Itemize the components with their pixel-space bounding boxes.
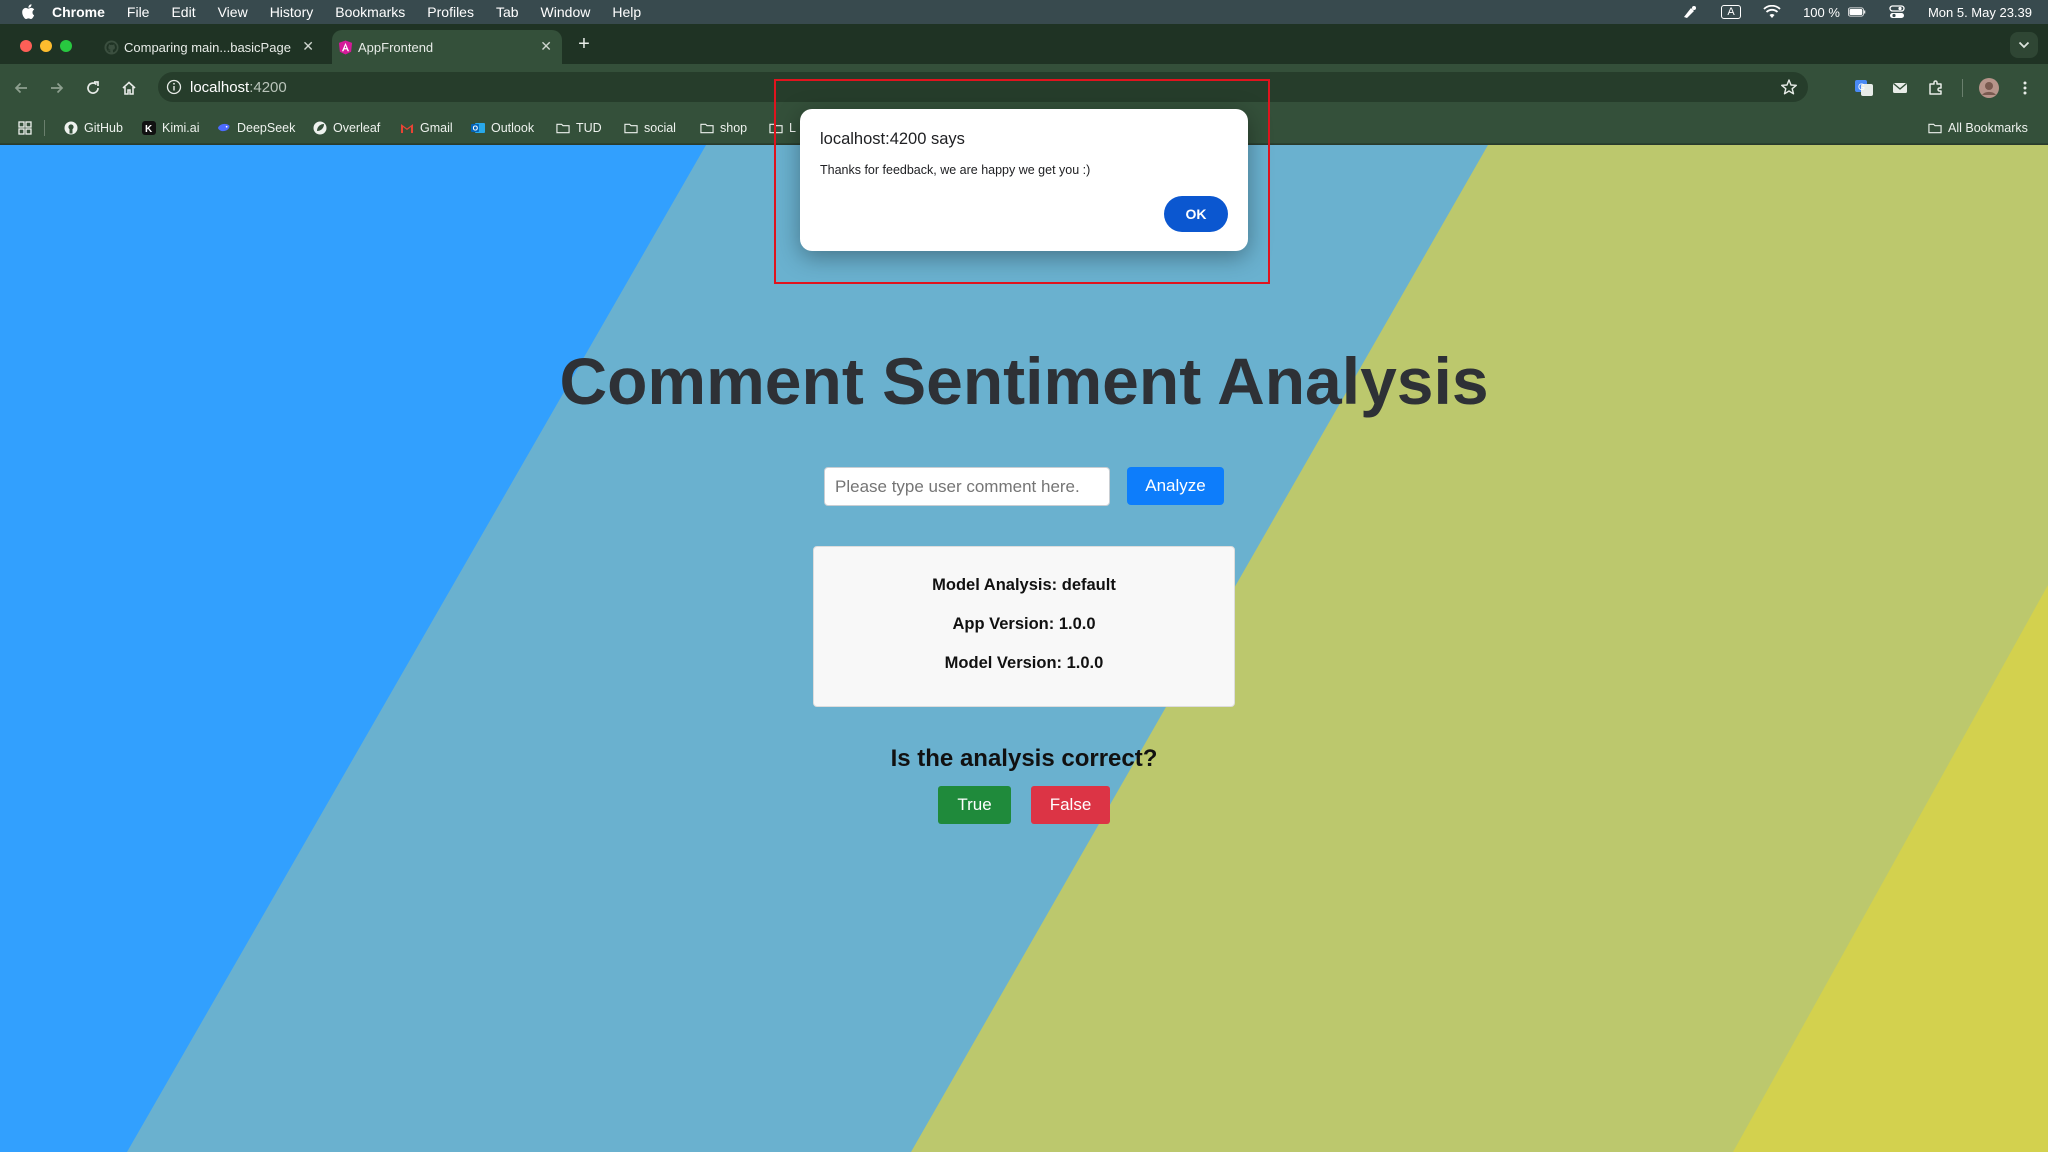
alert-dialog: localhost:4200 says Thanks for feedback,… — [800, 109, 1248, 251]
overleaf-icon — [313, 121, 327, 135]
comment-input[interactable] — [824, 467, 1110, 506]
bookmark-folder-tud[interactable]: TUD — [556, 119, 602, 137]
folder-icon — [624, 121, 638, 135]
all-bookmarks-folder[interactable]: All Bookmarks — [1928, 119, 2028, 137]
svg-text:K: K — [145, 124, 153, 135]
kimi-icon: K — [142, 121, 156, 135]
bookmark-deepseek[interactable]: DeepSeek — [217, 119, 295, 137]
zoom-window-button[interactable] — [60, 40, 72, 52]
forward-arrow-icon[interactable] — [46, 77, 68, 99]
close-window-button[interactable] — [20, 40, 32, 52]
bookmark-outlook[interactable]: O Outlook — [471, 119, 534, 137]
menu-view[interactable]: View — [218, 4, 248, 20]
input-source-icon[interactable]: A — [1721, 5, 1742, 19]
bookmark-folder-social[interactable]: social — [624, 119, 676, 137]
tab-search-chevron-icon[interactable] — [2010, 32, 2038, 58]
menu-profiles[interactable]: Profiles — [427, 4, 474, 20]
toolbar-divider — [1962, 79, 1963, 97]
apps-grid-icon[interactable] — [18, 119, 32, 137]
os-menubar: Chrome File Edit View History Bookmarks … — [0, 0, 2048, 24]
url-port: :4200 — [249, 78, 287, 96]
bookmark-label: DeepSeek — [237, 121, 296, 135]
new-tab-icon[interactable]: + — [574, 34, 594, 54]
alert-title: localhost:4200 says — [820, 130, 965, 148]
folder-icon — [700, 121, 714, 135]
model-version-text: Model Version: 1.0.0 — [944, 654, 1104, 672]
bookmark-label: TUD — [576, 121, 602, 135]
folder-icon — [1928, 121, 1942, 135]
mail-extension-icon[interactable] — [1889, 77, 1911, 99]
bookmark-star-icon[interactable] — [1780, 78, 1798, 96]
battery-icon[interactable] — [1847, 5, 1866, 19]
result-card: Model Analysis: default App Version: 1.0… — [813, 546, 1235, 707]
back-arrow-icon[interactable] — [10, 77, 32, 99]
url-text[interactable]: localhost:4200 — [190, 79, 287, 96]
bookmark-label: All Bookmarks — [1948, 121, 2028, 135]
alert-ok-button[interactable]: OK — [1164, 196, 1228, 232]
bookmark-folder-shop[interactable]: shop — [700, 119, 747, 137]
tab-title: Comparing main...basicPage — [124, 39, 291, 55]
svg-text:G: G — [1858, 82, 1865, 92]
outlook-icon: O — [471, 121, 485, 135]
control-center-icon[interactable] — [1888, 5, 1906, 19]
tab-strip: Comparing main...basicPage ✕ AppFrontend… — [0, 24, 2048, 64]
extensions-puzzle-icon[interactable] — [1925, 77, 1947, 99]
url-host: localhost — [190, 78, 250, 96]
wifi-icon[interactable] — [1763, 5, 1781, 19]
svg-text:O: O — [473, 126, 479, 133]
menu-app-name[interactable]: Chrome — [52, 4, 105, 20]
apple-icon[interactable] — [20, 4, 36, 20]
feedback-question: Is the analysis correct? — [890, 745, 1158, 772]
menu-bookmarks[interactable]: Bookmarks — [335, 4, 405, 20]
translate-extension-icon[interactable]: G — [1853, 77, 1875, 99]
false-button[interactable]: False — [1031, 786, 1110, 824]
true-button[interactable]: True — [938, 786, 1011, 824]
home-icon[interactable] — [118, 77, 140, 99]
deepseek-icon — [217, 121, 231, 135]
bookmarks-divider — [44, 120, 45, 136]
more-menu-icon[interactable] — [2014, 77, 2036, 99]
clock[interactable]: Mon 5. May 23.39 — [1928, 5, 2032, 20]
tab-appfrontend[interactable]: AppFrontend ✕ — [332, 30, 562, 64]
bookmark-kimi[interactable]: K Kimi.ai — [142, 119, 200, 137]
bookmark-label: GitHub — [84, 121, 123, 135]
folder-icon — [556, 121, 570, 135]
site-info-icon[interactable] — [166, 79, 182, 95]
battery-percent: 100 % — [1803, 4, 1840, 20]
menu-history[interactable]: History — [270, 4, 314, 20]
menu-tab[interactable]: Tab — [496, 4, 519, 20]
github-icon — [104, 40, 119, 55]
close-tab-icon[interactable]: ✕ — [540, 38, 552, 55]
reload-icon[interactable] — [82, 77, 104, 99]
minimize-window-button[interactable] — [40, 40, 52, 52]
pen-icon[interactable] — [1681, 5, 1699, 19]
bookmark-gmail[interactable]: Gmail — [400, 119, 453, 137]
bookmark-label: Gmail — [420, 121, 453, 135]
tab-github-compare[interactable]: Comparing main...basicPage ✕ — [98, 30, 324, 64]
alert-message: Thanks for feedback, we are happy we get… — [820, 163, 1091, 177]
github-icon — [64, 121, 78, 135]
bookmark-label: social — [644, 121, 676, 135]
bookmark-label: shop — [720, 121, 748, 135]
menu-file[interactable]: File — [127, 4, 150, 20]
menu-help[interactable]: Help — [612, 4, 641, 20]
bookmark-github[interactable]: GitHub — [64, 119, 123, 137]
app-version-text: App Version: 1.0.0 — [952, 615, 1096, 633]
profile-avatar[interactable] — [1978, 77, 2000, 99]
bookmark-label: Outlook — [491, 121, 535, 135]
page-title: Comment Sentiment Analysis — [559, 344, 1489, 418]
bookmark-label: Kimi.ai — [162, 121, 200, 135]
bookmark-label: Overleaf — [333, 121, 381, 135]
analyze-button[interactable]: Analyze — [1127, 467, 1224, 505]
gmail-icon — [400, 121, 414, 135]
bookmark-overleaf[interactable]: Overleaf — [313, 119, 380, 137]
tab-title: AppFrontend — [358, 39, 434, 55]
page-viewport: Comment Sentiment Analysis Analyze Model… — [0, 145, 2048, 1152]
model-analysis-text: Model Analysis: default — [932, 576, 1116, 594]
angular-icon — [338, 40, 353, 55]
close-tab-icon[interactable]: ✕ — [302, 38, 314, 55]
menu-window[interactable]: Window — [541, 4, 591, 20]
menu-edit[interactable]: Edit — [171, 4, 195, 20]
